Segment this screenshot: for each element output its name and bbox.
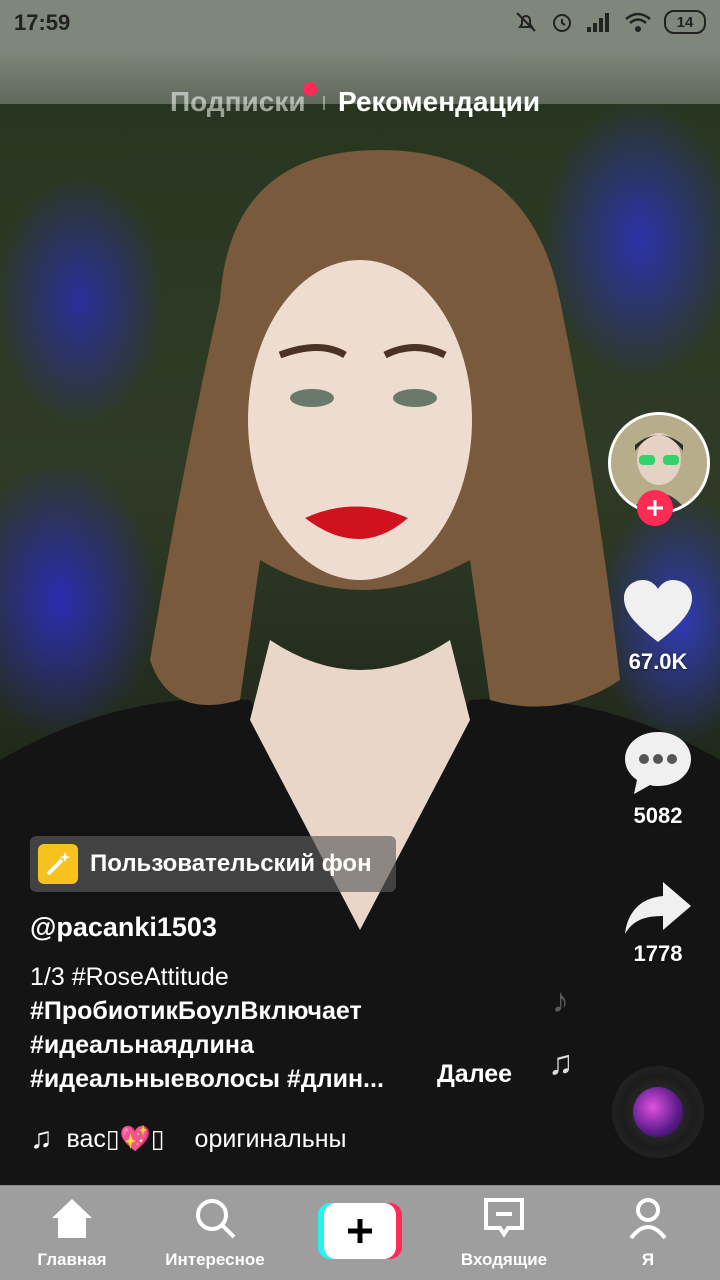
follow-button[interactable] bbox=[637, 490, 673, 526]
music-disc[interactable] bbox=[612, 1066, 704, 1158]
comment-count: 5082 bbox=[633, 803, 683, 828]
share-arrow-icon bbox=[625, 882, 691, 934]
music-row[interactable]: ♫ вас▯💖▯ оригинальны bbox=[30, 1122, 347, 1156]
music-subtitle: оригинальны bbox=[194, 1124, 347, 1153]
signal-icon bbox=[587, 13, 609, 32]
comment-button[interactable]: 5082 bbox=[608, 728, 708, 829]
status-bar: 17:59 14 bbox=[0, 0, 720, 48]
profile-icon bbox=[629, 1198, 667, 1240]
nav-inbox-label: Входящие bbox=[460, 1250, 548, 1269]
share-button[interactable]: 1778 bbox=[608, 880, 708, 967]
following-notification-dot bbox=[303, 82, 317, 96]
tiktok-feed-screen: 17:59 14 Подписки Рекомендации 67.0K 508… bbox=[0, 0, 720, 1280]
alarm-icon bbox=[553, 14, 571, 32]
nav-inbox[interactable]: Входящие bbox=[444, 1186, 564, 1280]
like-button[interactable]: 67.0K bbox=[608, 578, 708, 675]
magic-wand-icon bbox=[38, 844, 78, 884]
floating-note-icon: ♪ bbox=[552, 982, 569, 1020]
nav-me-label: Я bbox=[641, 1250, 655, 1269]
share-count: 1778 bbox=[633, 941, 683, 966]
tab-following[interactable]: Подписки bbox=[170, 86, 306, 118]
tab-separator bbox=[323, 96, 325, 110]
inbox-message-icon bbox=[484, 1198, 524, 1238]
bell-muted-icon bbox=[516, 12, 536, 32]
nav-discover[interactable]: Интересное bbox=[155, 1186, 275, 1280]
heart-icon bbox=[624, 580, 692, 642]
caption-line: 1/3 #RoseAttitude bbox=[30, 963, 229, 991]
home-icon bbox=[52, 1199, 92, 1238]
status-time: 17:59 bbox=[14, 10, 71, 35]
comment-icon bbox=[625, 732, 691, 794]
music-cover-image bbox=[633, 1087, 683, 1137]
caption-more-link[interactable]: Далее bbox=[437, 1060, 512, 1089]
music-note-icon: ♫ bbox=[30, 1122, 53, 1155]
battery-indicator: 14 bbox=[664, 10, 706, 34]
custom-background-label: Пользовательский фон bbox=[90, 850, 372, 877]
nav-home-label: Главная bbox=[37, 1250, 107, 1269]
status-icons: 14 bbox=[514, 10, 706, 34]
like-count: 67.0K bbox=[628, 649, 688, 674]
floating-note-icon: ♫ bbox=[548, 1044, 574, 1082]
tab-recommended[interactable]: Рекомендации bbox=[338, 86, 540, 118]
plus-icon bbox=[647, 500, 663, 516]
search-icon bbox=[196, 1199, 236, 1239]
caption-line: #идеальнаядлина bbox=[30, 1031, 254, 1059]
caption-line: #ПробиотикБоулВключает bbox=[30, 997, 362, 1025]
nav-discover-label: Интересное bbox=[165, 1250, 265, 1269]
music-title: вас▯💖▯ bbox=[66, 1125, 165, 1153]
post-username[interactable]: @pacanki1503 bbox=[30, 912, 217, 943]
nav-home[interactable]: Главная bbox=[12, 1186, 132, 1280]
custom-background-tag[interactable]: Пользовательский фон bbox=[30, 836, 396, 892]
create-video-button[interactable] bbox=[318, 1203, 402, 1259]
wifi-icon bbox=[625, 12, 651, 32]
nav-me[interactable]: Я bbox=[588, 1186, 708, 1280]
